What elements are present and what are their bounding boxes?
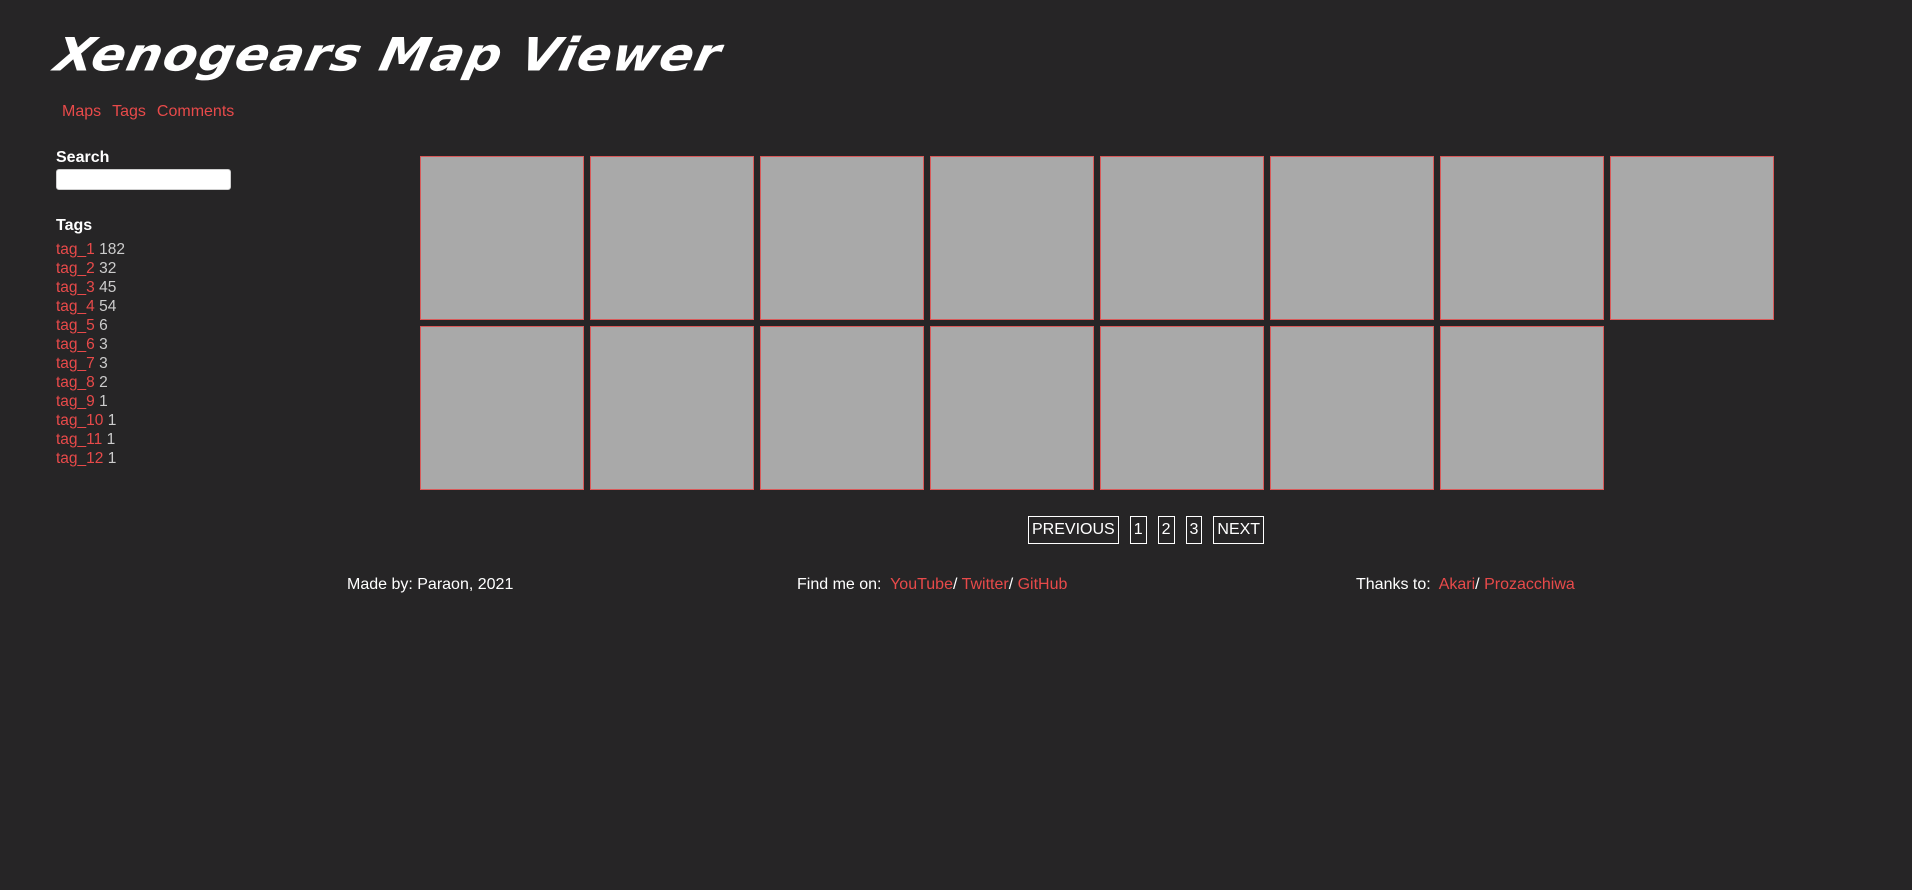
thanks-link-prozacchiwa[interactable]: Prozacchiwa bbox=[1484, 576, 1575, 593]
map-thumbnail[interactable] bbox=[930, 326, 1094, 490]
tag-count: 3 bbox=[99, 355, 108, 372]
tag-count: 1 bbox=[107, 412, 117, 429]
list-item: tag_5 6 bbox=[56, 316, 256, 335]
list-item: tag_2 32 bbox=[56, 259, 256, 278]
find-me-label: Find me on: bbox=[797, 576, 882, 593]
list-item: tag_12 1 bbox=[56, 449, 256, 468]
page-button-3[interactable]: 3 bbox=[1185, 516, 1203, 544]
tag-link[interactable]: tag_2 bbox=[56, 260, 95, 277]
map-thumbnail[interactable] bbox=[1270, 156, 1434, 320]
list-item: tag_8 2 bbox=[56, 373, 256, 392]
page-button-2[interactable]: 2 bbox=[1157, 516, 1175, 544]
tag-count: 3 bbox=[99, 336, 108, 353]
tag-count: 6 bbox=[99, 317, 108, 334]
map-thumbnail[interactable] bbox=[930, 156, 1094, 320]
map-thumbnail[interactable] bbox=[1440, 156, 1604, 320]
nav-item-maps[interactable]: Maps bbox=[62, 103, 101, 121]
tag-link[interactable]: tag_1 bbox=[56, 241, 95, 258]
separator: / bbox=[1475, 576, 1480, 593]
list-item: tag_9 1 bbox=[56, 392, 256, 411]
map-thumbnail[interactable] bbox=[1610, 156, 1774, 320]
list-item: tag_4 54 bbox=[56, 297, 256, 316]
site-logo[interactable]: Xenogears Map Viewer bbox=[50, 28, 726, 81]
tag-count: 45 bbox=[99, 279, 117, 296]
map-thumbnail[interactable] bbox=[760, 156, 924, 320]
tag-link[interactable]: tag_5 bbox=[56, 317, 95, 334]
map-thumbnail[interactable] bbox=[590, 156, 754, 320]
thanks-link-akari[interactable]: Akari bbox=[1439, 576, 1475, 593]
tag-link[interactable]: tag_3 bbox=[56, 279, 95, 296]
map-thumbnail[interactable] bbox=[760, 326, 924, 490]
tags-heading: Tags bbox=[56, 217, 93, 234]
map-thumbnail[interactable] bbox=[1100, 326, 1264, 490]
tag-count: 1 bbox=[107, 450, 117, 467]
tag-count: 54 bbox=[99, 298, 117, 315]
github-link[interactable]: GitHub bbox=[1018, 576, 1068, 593]
map-thumbnail[interactable] bbox=[590, 326, 754, 490]
list-item: tag_11 1 bbox=[56, 430, 256, 449]
tag-link[interactable]: tag_4 bbox=[56, 298, 95, 315]
map-thumbnail[interactable] bbox=[1270, 326, 1434, 490]
twitter-link[interactable]: Twitter bbox=[962, 576, 1009, 593]
site-header: Xenogears Map Viewer bbox=[50, 26, 726, 84]
nav-item-tags[interactable]: Tags bbox=[112, 103, 146, 121]
tag-count: 32 bbox=[99, 260, 117, 277]
tag-count: 182 bbox=[99, 241, 125, 258]
separator: / bbox=[952, 576, 958, 593]
youtube-link[interactable]: YouTube bbox=[890, 576, 953, 593]
tag-list: tag_1 182 tag_2 32 tag_3 45 tag_4 54 tag… bbox=[56, 240, 256, 468]
tag-link[interactable]: tag_11 bbox=[56, 431, 102, 448]
thanks-label: Thanks to: bbox=[1356, 576, 1431, 593]
main-nav: Maps Tags Comments bbox=[62, 103, 234, 121]
map-thumbnail[interactable] bbox=[1440, 326, 1604, 490]
previous-page-button[interactable]: PREVIOUS bbox=[1028, 516, 1119, 544]
tag-count: 2 bbox=[99, 374, 108, 391]
tag-link[interactable]: tag_8 bbox=[56, 374, 95, 391]
tag-link[interactable]: tag_9 bbox=[56, 393, 95, 410]
pagination: PREVIOUS 1 2 3 NEXT bbox=[1028, 516, 1265, 544]
map-thumbnail[interactable] bbox=[420, 326, 584, 490]
tag-link[interactable]: tag_6 bbox=[56, 336, 95, 353]
separator: / bbox=[1008, 576, 1014, 593]
search-input[interactable] bbox=[56, 169, 231, 190]
footer-thanks: Thanks to: Akari/ Prozacchiwa bbox=[1356, 576, 1575, 594]
tag-count: 1 bbox=[106, 431, 116, 448]
tag-count: 1 bbox=[99, 393, 108, 410]
list-item: tag_7 3 bbox=[56, 354, 256, 373]
tag-link[interactable]: tag_12 bbox=[56, 450, 103, 467]
tag-link[interactable]: tag_7 bbox=[56, 355, 95, 372]
sidebar: Search Tags tag_1 182 tag_2 32 tag_3 45 … bbox=[56, 149, 256, 468]
nav-item-comments[interactable]: Comments bbox=[157, 103, 234, 121]
footer-credits: Made by: Paraon, 2021 bbox=[347, 576, 513, 594]
map-thumbnail[interactable] bbox=[1100, 156, 1264, 320]
list-item: tag_10 1 bbox=[56, 411, 256, 430]
list-item: tag_1 182 bbox=[56, 240, 256, 259]
next-page-button[interactable]: NEXT bbox=[1213, 516, 1265, 544]
page-button-1[interactable]: 1 bbox=[1129, 516, 1147, 544]
list-item: tag_6 3 bbox=[56, 335, 256, 354]
map-thumbnail[interactable] bbox=[420, 156, 584, 320]
search-heading: Search bbox=[56, 149, 110, 166]
made-by-text: Made by: Paraon, 2021 bbox=[347, 576, 514, 593]
footer-social: Find me on: YouTube/ Twitter/ GitHub bbox=[797, 576, 1067, 594]
tag-link[interactable]: tag_10 bbox=[56, 412, 103, 429]
map-gallery bbox=[420, 156, 1774, 490]
list-item: tag_3 45 bbox=[56, 278, 256, 297]
